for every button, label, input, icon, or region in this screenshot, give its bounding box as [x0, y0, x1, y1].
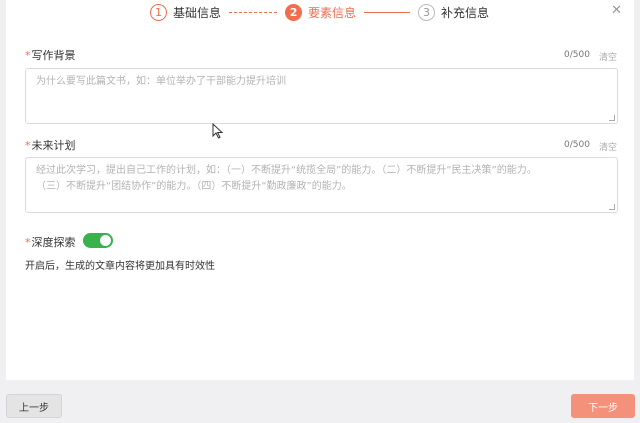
resize-handle-icon[interactable] [609, 204, 615, 210]
step-number: 1 [150, 3, 167, 21]
background-label-text: 写作背景 [31, 49, 76, 62]
background-label: *写作背景 [25, 47, 76, 63]
step-label: 要素信息 [308, 5, 357, 20]
plan-label: *未来计划 [25, 137, 76, 153]
deep-search-toggle[interactable] [83, 233, 113, 248]
required-mark: * [25, 49, 31, 62]
required-mark: * [25, 236, 31, 249]
deep-search-hint: 开启后，生成的文章内容将更加具有时效性 [25, 261, 215, 272]
step-supplement-info[interactable]: 3 补充信息 [418, 3, 490, 21]
resize-handle-icon[interactable] [609, 115, 615, 121]
stepper: 1 基础信息 2 要素信息 3 补充信息 [150, 0, 489, 24]
step-label: 基础信息 [173, 5, 222, 20]
step-number: 3 [418, 3, 436, 21]
next-step-button[interactable]: 下一步 [571, 394, 635, 418]
toggle-knob [100, 235, 111, 246]
deep-search-label: *深度探索 [25, 234, 76, 250]
plan-placeholder-line2: （三）不断提升“团结协作”的能力。（四）不断提升“勤政廉政”的能力。 [36, 181, 352, 192]
step-label: 补充信息 [441, 5, 490, 20]
plan-label-text: 未来计划 [31, 139, 76, 152]
step-number: 2 [285, 3, 303, 21]
step-basic-info[interactable]: 1 基础信息 [150, 3, 222, 21]
dialog-panel: 1 基础信息 2 要素信息 3 补充信息 ✕ *写作背景 0/500 清空 为什… [6, 0, 634, 380]
plan-textarea[interactable]: 经过此次学习，提出自己工作的计划，如：（一）不断提升“统揽全局”的能力。（二）不… [25, 157, 618, 213]
step-connector [364, 11, 411, 13]
background-clear-button[interactable]: 清空 [599, 50, 617, 63]
background-char-counter: 0/500 [564, 50, 590, 60]
plan-char-counter: 0/500 [564, 140, 590, 150]
step-element-info[interactable]: 2 要素信息 [285, 3, 357, 21]
close-icon[interactable]: ✕ [611, 3, 622, 18]
deep-search-label-text: 深度探索 [31, 236, 76, 249]
background-textarea[interactable]: 为什么要写此篇文书，如：单位举办了干部能力提升培训 [25, 68, 618, 124]
step-connector [229, 11, 278, 13]
plan-clear-button[interactable]: 清空 [599, 140, 617, 153]
required-mark: * [25, 139, 31, 152]
plan-placeholder-line1: 经过此次学习，提出自己工作的计划，如：（一）不断提升“统揽全局”的能力。（二）不… [36, 165, 537, 176]
background-placeholder: 为什么要写此篇文书，如：单位举办了干部能力提升培训 [36, 76, 286, 87]
mouse-pointer-icon [212, 123, 224, 139]
prev-step-button[interactable]: 上一步 [6, 394, 62, 418]
